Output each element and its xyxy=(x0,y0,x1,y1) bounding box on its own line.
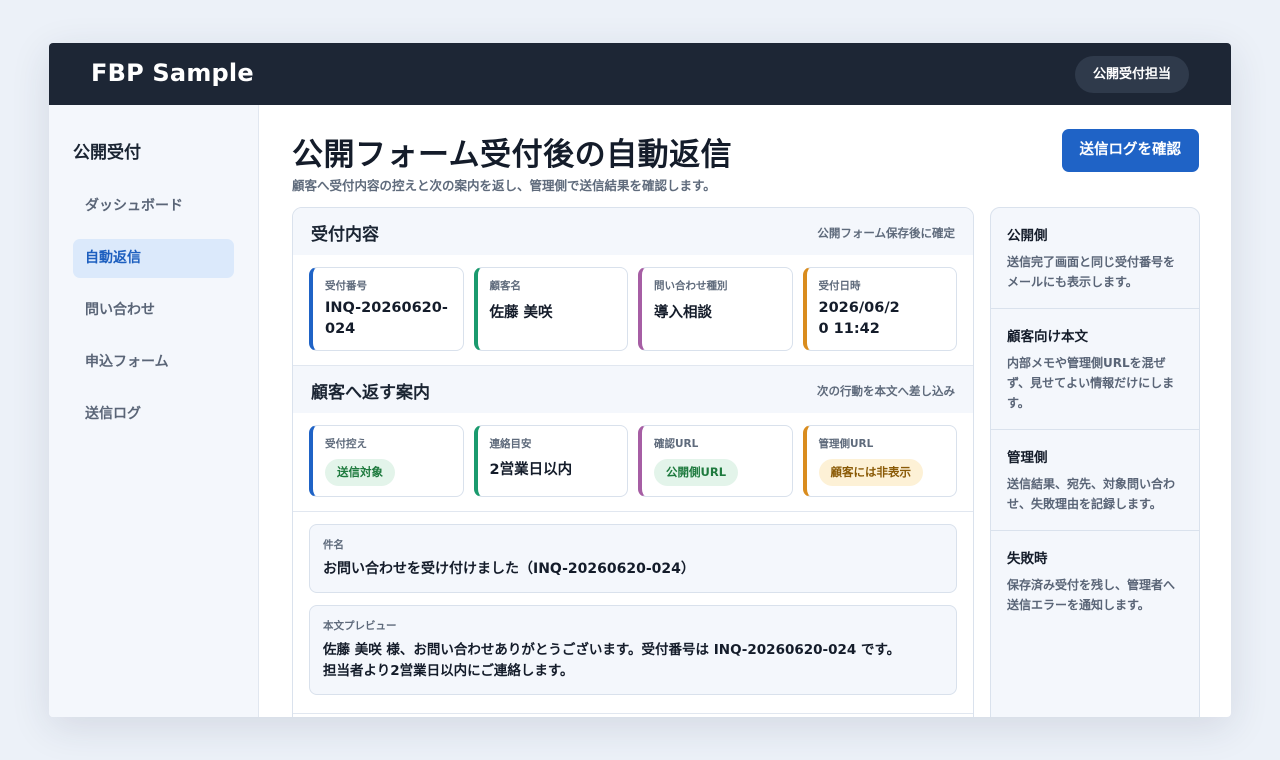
note-text: 保存済み受付を残し、管理者へ送信エラーを通知します。 xyxy=(1007,578,1176,612)
note-on-failure: 失敗時 保存済み受付を残し、管理者へ送信エラーを通知します。 xyxy=(991,531,1199,631)
email-subject-box: 件名 お問い合わせを受け付けました（INQ-20260620-024） xyxy=(309,524,957,593)
email-body-preview-box: 本文プレビュー 佐藤 美咲 様、お問い合わせありがとうございます。受付番号は I… xyxy=(309,605,957,695)
tile-label: 確認URL xyxy=(654,438,699,450)
tile-label: 受付控え xyxy=(325,438,367,450)
main-content: 公開フォーム受付後の自動返信 顧客へ受付内容の控えと次の案内を返し、管理側で送信… xyxy=(260,105,1231,717)
reception-tiles: 受付番号 INQ-20260620-024 顧客名 佐藤 美咲 問い合わせ種別 … xyxy=(293,255,973,365)
note-text: 送信完了画面と同じ受付番号をメールにも表示します。 xyxy=(1007,255,1176,289)
reception-section-note: 公開フォーム保存後に確定 xyxy=(817,226,955,240)
tile-value: INQ-20260620-024 xyxy=(325,300,448,337)
app-window: FBP Sample 公開受付担当 公開受付 ダッシュボード 自動返信 問い合わ… xyxy=(49,43,1231,717)
email-subject: お問い合わせを受け付けました（INQ-20260620-024） xyxy=(323,561,695,577)
notes-panel: 公開側 送信完了画面と同じ受付番号をメールにも表示します。 顧客向け本文 内部メ… xyxy=(990,207,1200,717)
tile-label: 顧客名 xyxy=(489,280,522,292)
note-public-side: 公開側 送信完了画面と同じ受付番号をメールにも表示します。 xyxy=(991,208,1199,309)
tile-confirm-url: 確認URL 公開側URL xyxy=(638,425,793,497)
top-bar: FBP Sample 公開受付担当 xyxy=(49,43,1231,105)
guidance-section-title: 顧客へ返す案内 xyxy=(311,383,430,403)
tile-contact-estimate: 連絡目安 2営業日以内 xyxy=(473,425,628,497)
sidebar-title: 公開受付 xyxy=(73,143,141,163)
sidebar-nav: ダッシュボード 自動返信 問い合わせ 申込フォーム 送信ログ xyxy=(73,187,234,447)
note-admin-side: 管理側 送信結果、宛先、対象問い合わせ、失敗理由を記録します。 xyxy=(991,430,1199,531)
divider xyxy=(293,713,973,714)
tile-reception-number: 受付番号 INQ-20260620-024 xyxy=(309,267,464,351)
tile-label: 連絡目安 xyxy=(489,438,532,450)
note-text: 送信結果、宛先、対象問い合わせ、失敗理由を記録します。 xyxy=(1007,477,1176,511)
sidebar: 公開受付 ダッシュボード 自動返信 問い合わせ 申込フォーム 送信ログ xyxy=(49,105,259,717)
page-title: 公開フォーム受付後の自動返信 xyxy=(292,137,733,173)
sidebar-item-dashboard[interactable]: ダッシュボード xyxy=(73,187,234,226)
note-title: 管理側 xyxy=(1007,450,1048,466)
note-title: 失敗時 xyxy=(1007,551,1048,567)
email-body-label: 本文プレビュー xyxy=(323,620,397,632)
user-menu-button[interactable]: 公開受付担当 xyxy=(1074,56,1189,93)
tile-inquiry-type: 問い合わせ種別 導入相談 xyxy=(638,267,793,351)
tile-value: 2026/06/20 11:42 xyxy=(818,300,900,337)
tile-customer-name: 顧客名 佐藤 美咲 xyxy=(473,267,628,351)
note-title: 顧客向け本文 xyxy=(1007,329,1088,345)
tile-label: 受付日時 xyxy=(818,280,861,292)
tile-receipt-copy: 受付控え 送信対象 xyxy=(309,425,464,497)
guidance-section-header: 顧客へ返す案内 次の行動を本文へ差し込み xyxy=(293,366,973,413)
auto-reply-card: 受付内容 公開フォーム保存後に確定 受付番号 INQ-20260620-024 … xyxy=(292,207,974,717)
note-title: 公開側 xyxy=(1007,228,1048,244)
note-customer-body: 顧客向け本文 内部メモや管理側URLを混ぜず、見せてよい情報だけにします。 xyxy=(991,309,1199,430)
page-subtitle: 顧客へ受付内容の控えと次の案内を返し、管理側で送信結果を確認します。 xyxy=(292,178,716,193)
sidebar-item-inquiries[interactable]: 問い合わせ xyxy=(73,291,234,330)
reception-section-title: 受付内容 xyxy=(311,225,379,245)
view-send-log-button[interactable]: 送信ログを確認 xyxy=(1061,129,1199,172)
email-body-line-1: 佐藤 美咲 様、お問い合わせありがとうございます。受付番号は INQ-20260… xyxy=(323,642,901,658)
guidance-tiles: 受付控え 送信対象 連絡目安 2営業日以内 確認URL 公開側URL 管理側UR… xyxy=(293,413,973,511)
tile-value: 導入相談 xyxy=(654,305,712,321)
email-body-line-2: 担当者より2営業日以内にご連絡します。 xyxy=(323,663,574,679)
tile-label: 管理側URL xyxy=(818,438,874,450)
status-badge: 顧客には非表示 xyxy=(818,459,923,486)
brand-logo: FBP Sample xyxy=(91,59,254,87)
tile-value: 佐藤 美咲 xyxy=(489,305,553,321)
status-badge: 送信対象 xyxy=(325,459,395,486)
email-subject-label: 件名 xyxy=(323,539,344,551)
note-text: 内部メモや管理側URLを混ぜず、見せてよい情報だけにします。 xyxy=(1007,356,1175,410)
sidebar-item-send-log[interactable]: 送信ログ xyxy=(73,395,234,434)
tile-admin-url: 管理側URL 顧客には非表示 xyxy=(802,425,957,497)
sidebar-item-application-forms[interactable]: 申込フォーム xyxy=(73,343,234,382)
reception-section-header: 受付内容 公開フォーム保存後に確定 xyxy=(293,208,973,255)
tile-received-at: 受付日時 2026/06/20 11:42 xyxy=(802,267,957,351)
guidance-section-note: 次の行動を本文へ差し込み xyxy=(817,384,955,398)
tile-value: 2営業日以内 xyxy=(489,462,573,478)
tile-label: 受付番号 xyxy=(325,280,367,292)
sidebar-item-auto-reply[interactable]: 自動返信 xyxy=(73,239,234,278)
status-badge: 公開側URL xyxy=(654,459,739,486)
tile-label: 問い合わせ種別 xyxy=(654,280,728,292)
